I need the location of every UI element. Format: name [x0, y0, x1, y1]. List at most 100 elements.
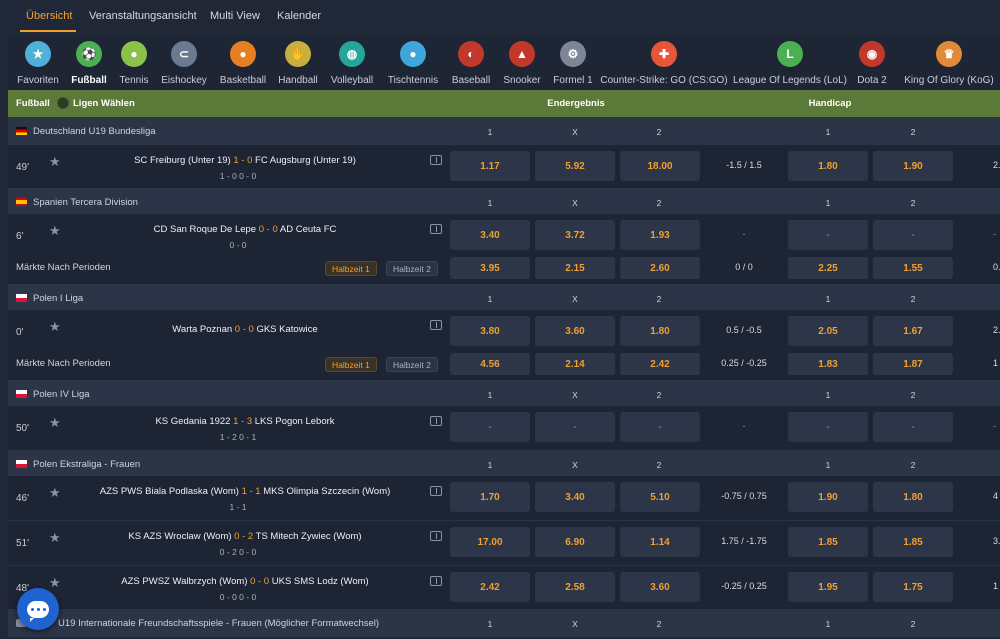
handicap-odds-button[interactable]: 1.55: [873, 257, 953, 279]
handicap-odds-button[interactable]: 1.75: [873, 572, 953, 602]
crown-icon: ♛: [936, 41, 962, 67]
odds-button[interactable]: 3.72: [535, 220, 615, 250]
flag-de-icon: [16, 127, 27, 135]
odds-button[interactable]: 3.60: [535, 316, 615, 346]
odds-button[interactable]: 4.56: [450, 353, 530, 375]
odds-button[interactable]: 2.60: [620, 257, 700, 279]
league-name[interactable]: U19 Internationale Freundschaftsspiele -…: [58, 618, 379, 629]
tab-halbzeit-2[interactable]: Halbzeit 2: [386, 357, 438, 372]
odds-button[interactable]: 2.15: [535, 257, 615, 279]
tab-multi-view[interactable]: Multi View: [210, 10, 260, 22]
tab-halbzeit-1[interactable]: Halbzeit 1: [325, 261, 377, 276]
odds-button[interactable]: 5.10: [620, 482, 700, 512]
odds-column-header: 2: [656, 198, 662, 208]
odds-button[interactable]: 3.40: [450, 220, 530, 250]
odds-column-header: X: [572, 460, 578, 470]
league-name[interactable]: Polen Ekstraliga - Frauen: [33, 459, 140, 470]
odds-button[interactable]: 3.80: [450, 316, 530, 346]
statistics-icon[interactable]: [430, 486, 442, 496]
match-title[interactable]: AZS PWSZ Walbrzych (Wom) 0 - 0 UKS SMS L…: [121, 576, 368, 587]
handicap-odds-button[interactable]: 1.67: [873, 316, 953, 346]
tab-veranstaltungsansicht[interactable]: Veranstaltungsansicht: [89, 10, 197, 22]
handicap-odds-button[interactable]: 1.85: [873, 527, 953, 557]
statistics-icon[interactable]: [430, 416, 442, 426]
league-name[interactable]: Polen IV Liga: [33, 389, 90, 400]
handicap-odds-button[interactable]: 1.85: [788, 527, 868, 557]
odds-button[interactable]: 1.93: [620, 220, 700, 250]
favorite-star-icon[interactable]: ★: [49, 530, 61, 546]
match-minute: 6': [16, 231, 24, 242]
sport-label: Tischtennis: [387, 75, 439, 86]
favorite-star-icon[interactable]: ★: [49, 319, 61, 335]
odds-button[interactable]: 3.60: [620, 572, 700, 602]
statistics-icon[interactable]: [430, 531, 442, 541]
odds-column-header: 2: [910, 127, 916, 137]
handicap-odds-button[interactable]: 1.95: [788, 572, 868, 602]
match-title[interactable]: KS AZS Wroclaw (Wom) 0 - 2 TS Mitech Zyw…: [128, 531, 361, 542]
tab-uebersicht[interactable]: Übersicht: [26, 10, 72, 22]
odds-button[interactable]: 2.14: [535, 353, 615, 375]
odds-column-header: 1: [825, 127, 831, 137]
favorite-star-icon[interactable]: ★: [49, 575, 61, 591]
odds-button[interactable]: 2.42: [620, 353, 700, 375]
statistics-icon[interactable]: [430, 155, 442, 165]
odds-button[interactable]: 1.17: [450, 151, 530, 181]
handicap-odds-button[interactable]: 1.87: [873, 353, 953, 375]
odds-column-header: 1: [825, 390, 831, 400]
odds-button[interactable]: 18.00: [620, 151, 700, 181]
tab-halbzeit-1[interactable]: Halbzeit 1: [325, 357, 377, 372]
favorite-star-icon[interactable]: ★: [49, 485, 61, 501]
league-name[interactable]: Deutschland U19 Bundesliga: [33, 126, 156, 137]
extra-odds-value: 2.2: [993, 325, 1000, 335]
handicap-odds-button[interactable]: 1.83: [788, 353, 868, 375]
odds-button[interactable]: 3.40: [535, 482, 615, 512]
sport-label: Favoriten: [17, 75, 59, 86]
chat-button[interactable]: [17, 588, 59, 630]
odds-button[interactable]: 1.14: [620, 527, 700, 557]
tab-halbzeit-2[interactable]: Halbzeit 2: [386, 261, 438, 276]
statistics-icon[interactable]: [430, 320, 442, 330]
match-title[interactable]: AZS PWS Biala Podlaska (Wom) 1 - 1 MKS O…: [100, 486, 391, 497]
odds-button[interactable]: 1.70: [450, 482, 530, 512]
statistics-icon[interactable]: [430, 224, 442, 234]
favorite-star-icon[interactable]: ★: [49, 415, 61, 431]
handicap-odds-button[interactable]: 1.90: [788, 482, 868, 512]
favorite-star-icon[interactable]: ★: [49, 154, 61, 170]
tab-kalender[interactable]: Kalender: [277, 10, 321, 22]
league-header: Deutschland U19 Bundesliga 1 X 2 1 2: [8, 117, 1000, 145]
home-team: CD San Roque De Lepe: [153, 224, 257, 235]
active-tab-indicator: [20, 30, 76, 32]
odds-button[interactable]: 2.42: [450, 572, 530, 602]
select-leagues-button[interactable]: Ligen Wählen: [73, 98, 135, 109]
handicap-odds-button[interactable]: 1.80: [873, 482, 953, 512]
match-title[interactable]: SC Freiburg (Unter 19) 1 - 0 FC Augsburg…: [134, 155, 356, 166]
league-name[interactable]: Polen I Liga: [33, 293, 83, 304]
odds-button[interactable]: 2.58: [535, 572, 615, 602]
match-title[interactable]: KS Gedania 1922 1 - 3 LKS Pogon Lebork: [155, 416, 334, 427]
odds-button[interactable]: 17.00: [450, 527, 530, 557]
league-header: Spanien Tercera Division 1 X 2 1 2: [8, 188, 1000, 216]
league-header: Polen I Liga 1 X 2 1 2: [8, 284, 1000, 312]
odds-column-header: 1: [825, 460, 831, 470]
extra-odds-value: -: [993, 229, 996, 239]
favorite-star-icon[interactable]: ★: [49, 223, 61, 239]
period-scores: 1 - 1: [229, 502, 247, 512]
handicap-odds-button[interactable]: 2.25: [788, 257, 868, 279]
handicap-odds-button[interactable]: 1.80: [788, 151, 868, 181]
handicap-odds-button[interactable]: 2.05: [788, 316, 868, 346]
odds-button: -: [535, 412, 615, 442]
period-scores: 1 - 0 0 - 0: [219, 171, 257, 181]
home-team: KS Gedania 1922: [155, 416, 231, 427]
league-name[interactable]: Spanien Tercera Division: [33, 197, 138, 208]
odds-button[interactable]: 6.90: [535, 527, 615, 557]
odds-column-header: X: [572, 294, 578, 304]
statistics-icon[interactable]: [430, 576, 442, 586]
odds-button[interactable]: 3.95: [450, 257, 530, 279]
match-title[interactable]: Warta Poznan 0 - 0 GKS Katowice: [172, 324, 317, 335]
handicap-odds-button[interactable]: 1.90: [873, 151, 953, 181]
odds-button[interactable]: 1.80: [620, 316, 700, 346]
live-score: 1 - 0: [233, 155, 253, 166]
match-title[interactable]: CD San Roque De Lepe 0 - 0 AD Ceuta FC: [154, 224, 337, 235]
odds-button[interactable]: 5.92: [535, 151, 615, 181]
extra-odds-value: 2.2: [993, 160, 1000, 170]
